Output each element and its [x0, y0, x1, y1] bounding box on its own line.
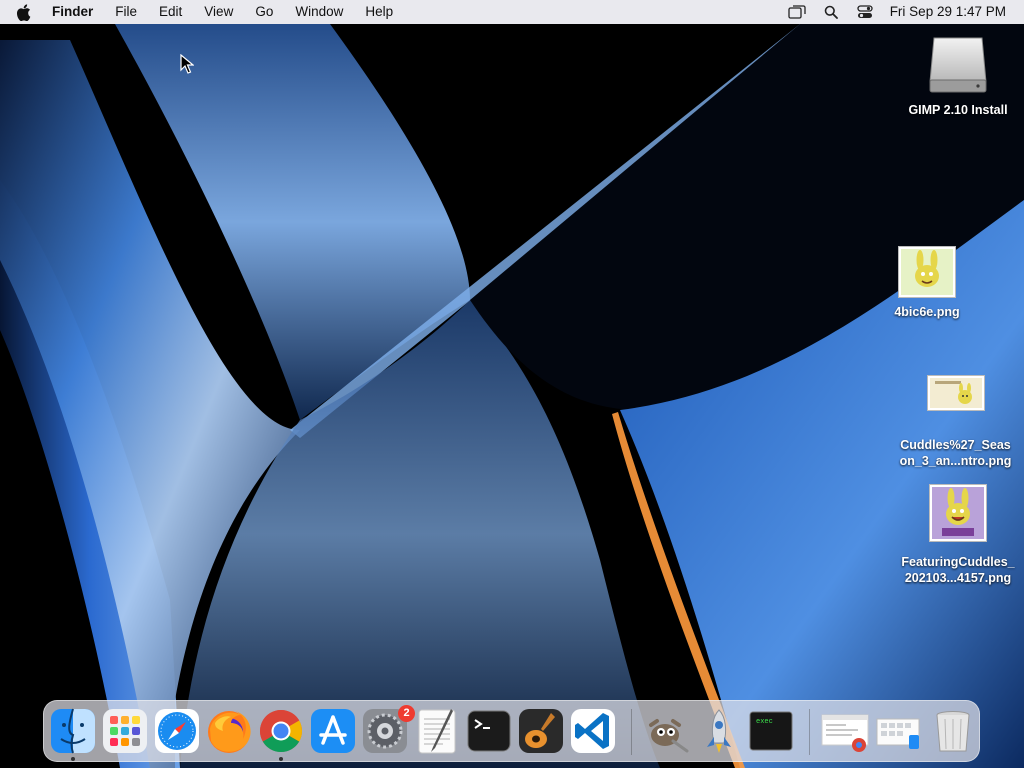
rocket-icon	[707, 709, 731, 753]
control-center-icon[interactable]	[848, 0, 882, 24]
garageband-icon	[519, 709, 563, 753]
launchpad-icon	[103, 709, 147, 753]
app-store-icon	[311, 709, 355, 753]
mouse-cursor-icon	[180, 54, 194, 74]
gimp-icon	[649, 719, 689, 753]
downloads-stack-icon	[876, 718, 920, 749]
desktop-item-cuddles-season[interactable]: Cuddles%27_Seas on_3_an...ntro.png	[893, 375, 1018, 469]
apple-menu-icon[interactable]	[0, 0, 46, 24]
terminal-icon	[467, 710, 511, 752]
dock-item-vscode[interactable]	[569, 707, 617, 755]
dock-item-launchpad[interactable]	[101, 707, 149, 755]
dock-divider	[809, 709, 810, 755]
spotlight-search-icon[interactable]	[814, 0, 848, 24]
dock-item-finder[interactable]	[49, 707, 97, 755]
label-line-1: Cuddles%27_Seas	[900, 438, 1011, 452]
dock-item-gimp[interactable]	[643, 707, 691, 755]
dock-item-garageband[interactable]	[517, 707, 565, 755]
menu-file[interactable]: File	[104, 0, 148, 24]
chrome-window-icon	[821, 714, 869, 752]
image-thumbnail-icon	[929, 484, 987, 542]
dock-divider	[631, 709, 632, 755]
desktop-item-label: Cuddles%27_Seas on_3_an...ntro.png	[900, 437, 1012, 469]
desktop-wallpaper	[0, 0, 1024, 768]
menu-bar: Finder File Edit View Go Window Help Fri…	[0, 0, 1024, 24]
desktop-item-featuring-cuddles[interactable]: FeaturingCuddles_ 202103...4157.png	[893, 484, 1023, 586]
dock-item-chrome-window[interactable]	[821, 707, 871, 755]
vscode-icon	[571, 709, 615, 753]
trash-icon	[936, 711, 970, 752]
menu-view[interactable]: View	[193, 0, 244, 24]
dock-item-textedit[interactable]	[413, 707, 461, 755]
exec-label: exec	[756, 718, 773, 726]
desktop-item-label: GIMP 2.10 Install	[908, 103, 1008, 117]
menu-edit[interactable]: Edit	[148, 0, 193, 24]
textedit-icon	[418, 709, 456, 754]
label-line-2: 202103...4157.png	[904, 571, 1012, 585]
safari-icon	[155, 709, 199, 753]
label-line-1: FeaturingCuddles_	[901, 555, 1015, 569]
dock-item-python-launcher[interactable]	[695, 707, 743, 755]
chrome-icon	[259, 710, 303, 753]
running-indicator	[71, 757, 75, 761]
finder-icon	[51, 708, 95, 754]
desktop-item-gimp-install[interactable]: GIMP 2.10 Install	[898, 34, 1018, 118]
dock-item-firefox[interactable]	[205, 707, 253, 755]
image-thumbnail-icon	[926, 375, 985, 411]
dock-item-safari[interactable]	[153, 707, 201, 755]
menu-app-name[interactable]: Finder	[46, 0, 104, 24]
desktop-item-4bic6e[interactable]: 4bic6e.png	[872, 246, 982, 320]
label-line-2: on_3_an...ntro.png	[899, 454, 1012, 468]
dock-item-system-preferences[interactable]: 2	[361, 705, 415, 755]
firefox-icon	[208, 711, 251, 753]
screen-mirroring-icon[interactable]	[780, 0, 814, 24]
menu-go[interactable]: Go	[244, 0, 284, 24]
dock: 2 exec	[43, 700, 980, 762]
menu-window[interactable]: Window	[284, 0, 354, 24]
dock-item-terminal[interactable]	[465, 707, 513, 755]
desktop-item-label: FeaturingCuddles_ 202103...4157.png	[901, 554, 1014, 586]
exec-icon: exec	[749, 711, 793, 751]
menu-bar-clock[interactable]: Fri Sep 29 1:47 PM	[882, 0, 1024, 24]
dock-item-chrome[interactable]	[257, 707, 305, 755]
drive-icon	[929, 37, 987, 93]
image-thumbnail-icon	[898, 246, 956, 298]
running-indicator	[279, 757, 283, 761]
desktop-item-label: 4bic6e.png	[894, 305, 960, 319]
dock-item-exec[interactable]: exec	[747, 707, 795, 755]
dock-item-downloads-stack[interactable]	[875, 707, 925, 755]
dock-item-trash[interactable]	[929, 707, 977, 755]
dock-item-app-store[interactable]	[309, 707, 357, 755]
menu-help[interactable]: Help	[354, 0, 404, 24]
